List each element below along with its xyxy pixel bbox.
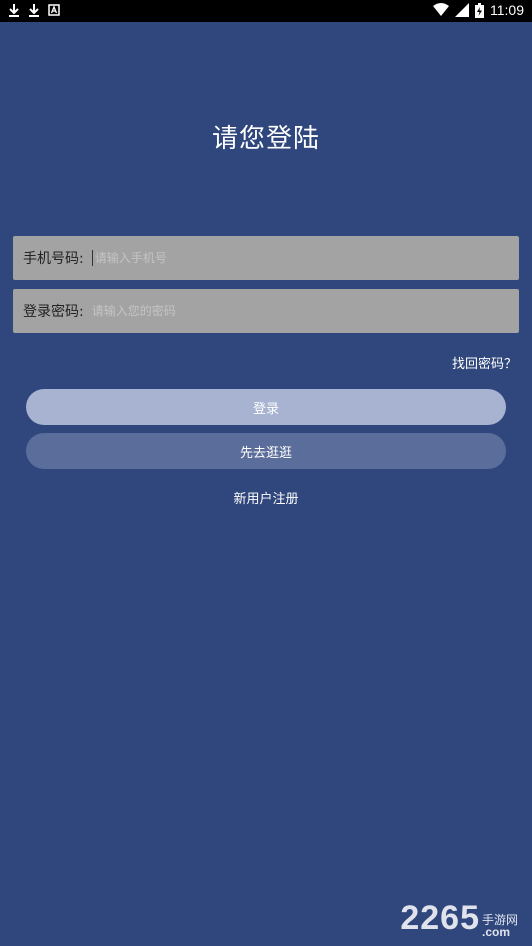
page-title: 请您登陆 — [211, 124, 320, 154]
password-field[interactable]: 登录密码: — [13, 289, 519, 333]
forgot-password-link[interactable]: 找回密码？ — [452, 353, 517, 372]
battery-icon — [475, 2, 484, 18]
signal-icon — [455, 3, 469, 17]
browse-button[interactable]: 先去逛逛 — [26, 433, 506, 469]
watermark-side: 手游网 .com — [482, 914, 518, 938]
status-bar: 11:09 — [0, 0, 532, 22]
download-icon — [8, 3, 20, 17]
watermark-suffix: .com — [481, 925, 510, 939]
phone-label: 手机号码: — [23, 251, 84, 267]
password-label: 登录密码: — [23, 304, 84, 320]
phone-field[interactable]: 手机号码: — [13, 236, 519, 280]
status-bar-left — [8, 3, 60, 17]
status-time: 11:09 — [490, 2, 524, 18]
watermark-number: 2265 — [400, 899, 480, 937]
download-icon — [28, 3, 40, 17]
status-bar-right: 11:09 — [433, 2, 524, 18]
phone-input[interactable] — [94, 251, 519, 265]
wifi-icon — [433, 3, 449, 17]
text-caret — [91, 250, 93, 266]
login-button[interactable]: 登录 — [26, 389, 506, 425]
notification-a-icon — [48, 3, 60, 17]
password-input[interactable] — [91, 304, 519, 318]
watermark-logo: 2265 手游网 .com — [400, 899, 518, 938]
register-link[interactable]: 新用户注册 — [0, 488, 532, 507]
